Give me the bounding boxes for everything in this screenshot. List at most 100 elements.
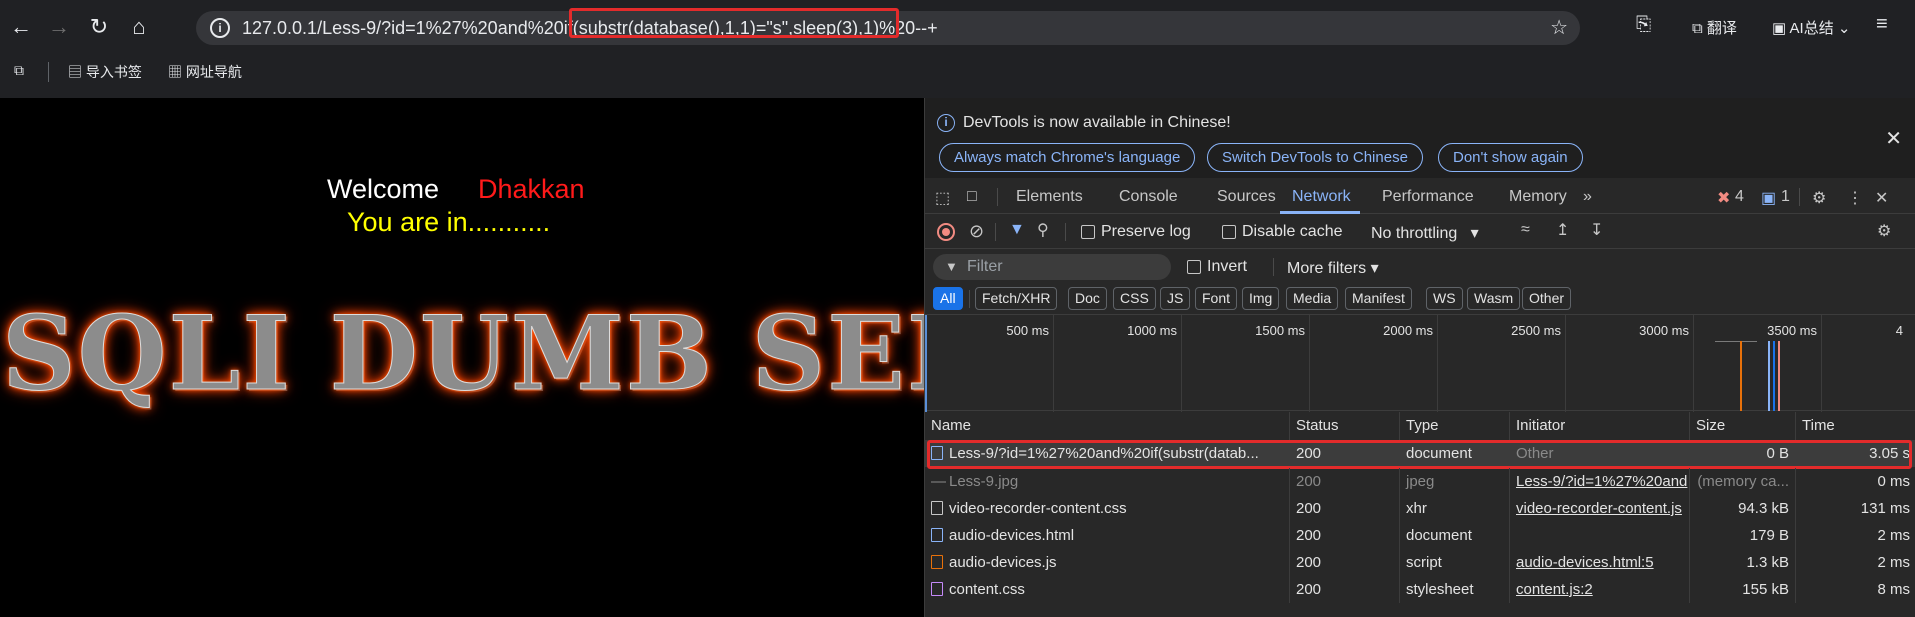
tab-network[interactable]: Network [1292,188,1351,206]
timeline-request-bar [1715,341,1757,342]
table-row[interactable]: video-recorder-content.css 200 xhr video… [925,495,1915,522]
export-har-icon[interactable]: ↧ [1590,220,1603,240]
browser-chrome: ← → ↻ ⌂ i 127.0.0.1/Less-9/?id=1%27%20an… [0,0,1915,98]
reload-icon[interactable]: ↻ [84,12,114,42]
bookmarks-bar: ⧉ ▤ 导入书签 ▦ 网址导航 [0,56,1915,88]
network-conditions-icon[interactable]: ≈ [1521,221,1530,239]
column-header-initiator[interactable]: Initiator [1510,412,1690,440]
table-row[interactable]: content.css 200 stylesheet content.js:2 … [925,576,1915,603]
address-bar[interactable]: i 127.0.0.1/Less-9/?id=1%27%20and%20if(s… [196,8,1580,45]
column-header-size[interactable]: Size [1690,412,1796,440]
extensions-icon[interactable]: ⎘ [1636,14,1651,36]
language-infobar: i DevTools is now available in Chinese! … [925,98,1915,178]
more-options-icon[interactable]: ⋮ [1847,188,1863,208]
column-header-time[interactable]: Time [1796,412,1915,440]
bookmark-import[interactable]: ▤ 导入书签 [68,62,142,82]
dont-show-again-button[interactable]: Don't show again [1438,143,1583,172]
back-icon[interactable]: ← [6,12,36,42]
type-filter-doc[interactable]: Doc [1068,287,1107,310]
home-icon[interactable]: ⌂ [124,12,154,42]
network-timeline[interactable]: 500 ms 1000 ms 1500 ms 2000 ms 2500 ms 3… [925,314,1915,412]
tab-performance[interactable]: Performance [1382,188,1474,206]
type-filter-ws[interactable]: WS [1426,287,1463,310]
search-icon[interactable]: ⚲ [1037,220,1049,240]
request-type: document [1400,522,1510,549]
tab-console[interactable]: Console [1119,188,1178,206]
disable-cache-checkbox[interactable] [1222,225,1236,239]
timeline-start-marker [925,315,927,412]
request-initiator[interactable]: Less-9/?id=1%27%20and [1510,468,1690,495]
type-filter-manifest[interactable]: Manifest [1345,287,1412,310]
error-count[interactable]: 4 [1735,188,1744,206]
bookmark-nav[interactable]: ▦ 网址导航 [168,62,242,82]
close-devtools-icon[interactable]: ✕ [1875,188,1888,208]
timeline-gridline [1309,315,1310,412]
request-status: 200 [1290,468,1400,495]
more-tabs-icon[interactable]: » [1583,188,1592,206]
error-icon[interactable]: ✖ [1717,188,1730,208]
throttling-select[interactable]: No throttling ▾ [1371,223,1479,243]
request-name: audio-devices.html [925,522,1290,549]
forward-icon[interactable]: → [44,12,74,42]
more-filters-dropdown[interactable]: More filters ▾ [1287,258,1379,278]
message-icon[interactable]: ▣ [1761,188,1776,208]
type-filter-media[interactable]: Media [1286,287,1339,310]
column-header-name[interactable]: Name [925,412,1290,440]
type-filter-css[interactable]: CSS [1113,287,1156,310]
switch-chinese-button[interactable]: Switch DevTools to Chinese [1207,143,1423,172]
column-header-type[interactable]: Type [1400,412,1510,440]
device-toolbar-icon[interactable]: □ [967,188,977,206]
close-icon[interactable]: ✕ [1885,126,1902,151]
table-row[interactable]: audio-devices.js 200 script audio-device… [925,549,1915,576]
table-row[interactable]: — Less-9.jpg 200 jpeg Less-9/?id=1%27%20a… [925,468,1915,495]
type-filter-font[interactable]: Font [1195,287,1238,310]
request-initiator[interactable]: content.js:2 [1510,576,1690,603]
table-row[interactable]: audio-devices.html 200 document 179 B 2 … [925,522,1915,549]
bookmark-star-icon[interactable]: ☆ [1550,15,1568,40]
filter-funnel-icon[interactable]: ▼ [1009,221,1025,239]
type-filter-all[interactable]: All [933,287,963,310]
toolbar-divider [1065,223,1066,241]
timeline-marker-red [1778,341,1780,411]
inspect-element-icon[interactable]: ⬚ [935,188,950,208]
preserve-log-checkbox[interactable] [1081,225,1095,239]
request-initiator[interactable]: video-recorder-content.js [1510,495,1690,522]
tab-groups-icon[interactable]: ⧉ [14,62,24,79]
menu-icon[interactable]: ≡ [1876,13,1888,36]
message-count[interactable]: 1 [1781,188,1790,206]
tab-sources[interactable]: Sources [1217,188,1276,206]
network-settings-icon[interactable]: ⚙ [1877,221,1891,241]
match-language-button[interactable]: Always match Chrome's language [939,143,1196,172]
request-status: 200 [1290,495,1400,522]
record-stop-icon[interactable] [937,223,955,241]
type-filter-other[interactable]: Other [1522,287,1572,310]
timeline-label: 500 ms [1006,323,1049,338]
type-filter-wasm[interactable]: Wasm [1467,287,1521,310]
network-toolbar: ⊘ ▼ ⚲ Preserve log Disable cache No thro… [925,215,1915,249]
preserve-log-label: Preserve log [1101,223,1191,240]
invert-checkbox[interactable] [1187,260,1201,274]
type-filter-js[interactable]: JS [1160,287,1191,310]
site-info-icon[interactable]: i [210,18,230,38]
type-filter-fetch[interactable]: Fetch/XHR [975,287,1058,310]
timeline-label: 2500 ms [1511,323,1561,338]
tab-elements[interactable]: Elements [1016,188,1083,206]
request-size: 179 B [1690,522,1796,549]
filter-input[interactable]: ▼ Filter [933,254,1171,280]
settings-gear-icon[interactable]: ⚙ [1812,188,1826,208]
clear-icon[interactable]: ⊘ [969,221,984,242]
request-size: 1.3 kB [1690,549,1796,576]
bookmark-nav-label: 网址导航 [185,64,242,80]
request-initiator[interactable]: audio-devices.html:5 [1510,549,1690,576]
timeline-gridline [1821,315,1822,412]
import-har-icon[interactable]: ↥ [1556,220,1569,240]
translate-button[interactable]: ⧉ 翻译 [1692,17,1737,38]
request-time: 0 ms [1877,473,1910,490]
timeline-gridline [1565,315,1566,412]
column-header-status[interactable]: Status [1290,412,1400,440]
ai-summary-button[interactable]: ▣ AI总结 ⌄ [1772,17,1850,38]
active-tab-indicator [1280,211,1360,214]
tab-memory[interactable]: Memory [1509,188,1567,206]
type-filter-img[interactable]: Img [1242,287,1280,310]
login-status: You are in........... [347,207,551,237]
